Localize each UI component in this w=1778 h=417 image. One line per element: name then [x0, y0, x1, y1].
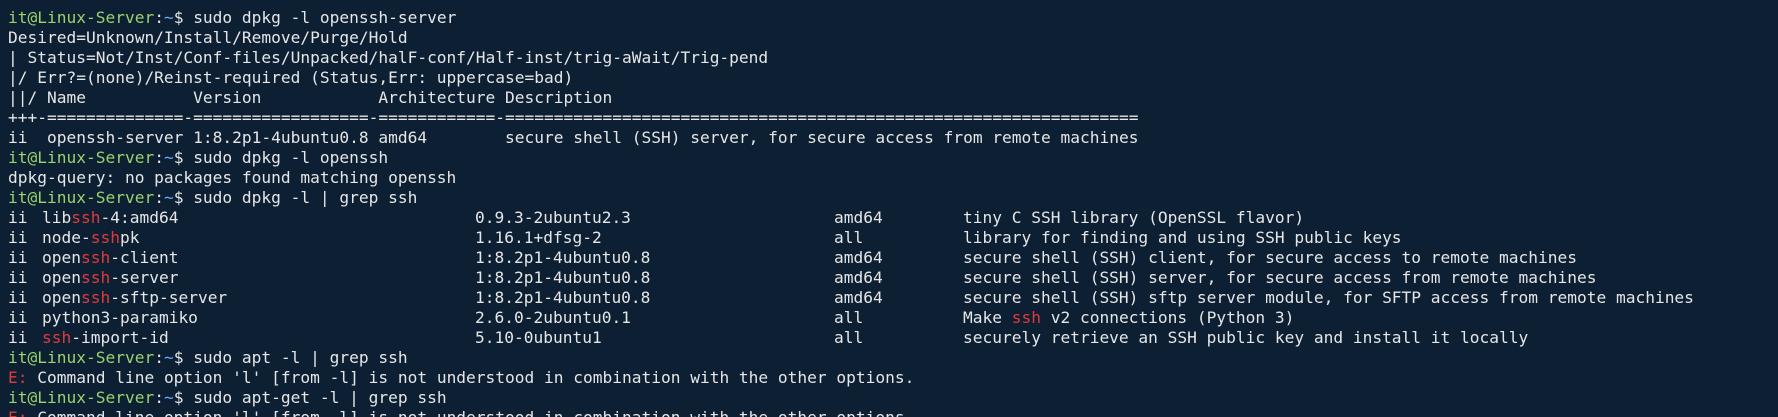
package-description: tiny C SSH library (OpenSSL flavor)	[963, 208, 1305, 227]
grep-match: ssh	[80, 268, 111, 287]
command-text: sudo dpkg -l | grep ssh	[193, 188, 418, 207]
error-label: E:	[8, 408, 28, 417]
package-status: ii	[8, 328, 28, 347]
grep-match: ssh	[80, 248, 111, 267]
grep-match: ssh	[90, 228, 120, 247]
package-description: secure shell (SSH) sftp server module, f…	[963, 288, 1694, 307]
prompt-path: ~	[163, 8, 174, 27]
prompt-separator: :	[154, 388, 164, 407]
package-row: ii python3-paramiko 2.6.0-2ubuntu0.1 all…	[8, 308, 1778, 328]
error-line: E: Command line option 'l' [from -l] is …	[8, 408, 1778, 417]
package-description: securely retrieve an SSH public key and …	[963, 328, 1529, 347]
prompt-line: it@Linux-Server:~$ sudo apt-get -l | gre…	[8, 388, 1778, 408]
package-arch: amd64	[834, 288, 883, 307]
prompt-symbol: $	[173, 148, 194, 167]
error-text: Command line option 'l' [from -l] is not…	[27, 368, 915, 387]
package-version: 1.16.1+dfsg-2	[475, 228, 602, 247]
package-name: python3-paramiko	[42, 308, 198, 327]
error-line: E: Command line option 'l' [from -l] is …	[8, 368, 1778, 388]
prompt-symbol: $	[173, 8, 194, 27]
prompt-user-host: it@Linux-Server	[8, 388, 155, 407]
grep-match: ssh	[1011, 308, 1041, 327]
prompt-separator: :	[154, 188, 164, 207]
package-row: ii openssh-client 1:8.2p1-4ubuntu0.8 amd…	[8, 248, 1778, 268]
package-row: ii libssh-4:amd64 0.9.3-2ubuntu2.3 amd64…	[8, 208, 1778, 228]
package-name: ssh-import-id	[42, 328, 169, 347]
prompt-path: ~	[163, 188, 174, 207]
package-version: 5.10-0ubuntu1	[475, 328, 602, 347]
package-status: ii	[8, 268, 28, 287]
package-row: ii node-sshpk 1.16.1+dfsg-2 all library …	[8, 228, 1778, 248]
prompt-separator: :	[154, 348, 164, 367]
package-name: libssh-4:amd64	[42, 208, 179, 227]
grep-match: ssh	[80, 288, 111, 307]
package-status: ii	[8, 248, 28, 267]
package-description: secure shell (SSH) server, for secure ac…	[963, 268, 1597, 287]
output-line: +++-==============-==================-==…	[8, 108, 1139, 127]
package-arch: amd64	[834, 268, 883, 287]
package-row: ii openssh-sftp-server 1:8.2p1-4ubuntu0.…	[8, 288, 1778, 308]
package-description: Make ssh v2 connections (Python 3)	[963, 308, 1295, 327]
prompt-separator: :	[154, 8, 164, 27]
prompt-symbol: $	[173, 388, 194, 407]
grep-match: ssh	[71, 208, 101, 227]
prompt-user-host: it@Linux-Server	[8, 188, 155, 207]
output-line: | Status=Not/Inst/Conf-files/Unpacked/ha…	[8, 48, 769, 67]
output-line: |/ Err?=(none)/Reinst-required (Status,E…	[8, 68, 574, 87]
output-line: ||/ Name Version Architecture Descriptio…	[8, 88, 613, 107]
package-status: ii	[8, 288, 28, 307]
prompt-path: ~	[163, 348, 174, 367]
package-row: ii openssh-server 1:8.2p1-4ubuntu0.8 amd…	[8, 268, 1778, 288]
command-text: sudo apt -l | grep ssh	[193, 348, 408, 367]
package-description: library for finding and using SSH public…	[963, 228, 1402, 247]
terminal-window[interactable]: it@Linux-Server:~$ sudo dpkg -l openssh-…	[0, 0, 1778, 417]
prompt-line: it@Linux-Server:~$ sudo dpkg -l openssh-…	[8, 8, 1778, 28]
package-arch: all	[834, 328, 864, 347]
output-line: ii openssh-server 1:8.2p1-4ubuntu0.8 amd…	[8, 128, 1139, 147]
package-version: 1:8.2p1-4ubuntu0.8	[475, 288, 651, 307]
package-description: secure shell (SSH) client, for secure ac…	[963, 248, 1577, 267]
package-row: ii ssh-import-id 5.10-0ubuntu1 all secur…	[8, 328, 1778, 348]
command-text: sudo dpkg -l openssh	[193, 148, 389, 167]
prompt-path: ~	[163, 388, 174, 407]
package-arch: amd64	[834, 208, 883, 227]
package-version: 1:8.2p1-4ubuntu0.8	[475, 248, 651, 267]
package-status: ii	[8, 228, 28, 247]
prompt-symbol: $	[173, 188, 194, 207]
error-text: Command line option 'l' [from -l] is not…	[28, 408, 914, 417]
prompt-user-host: it@Linux-Server	[8, 8, 155, 27]
package-arch: all	[834, 308, 864, 327]
prompt-user-host: it@Linux-Server	[8, 348, 155, 367]
prompt-line: it@Linux-Server:~$ sudo dpkg -l | grep s…	[8, 188, 1778, 208]
package-version: 0.9.3-2ubuntu2.3	[475, 208, 631, 227]
prompt-path: ~	[163, 148, 174, 167]
package-status: ii	[8, 308, 28, 327]
output-line: Desired=Unknown/Install/Remove/Purge/Hol…	[8, 28, 408, 47]
package-arch: all	[834, 228, 864, 247]
command-text: sudo dpkg -l openssh-server	[193, 8, 457, 27]
package-name: openssh-server	[42, 268, 179, 287]
prompt-line: it@Linux-Server:~$ sudo apt -l | grep ss…	[8, 348, 1778, 368]
package-version: 1:8.2p1-4ubuntu0.8	[475, 268, 651, 287]
package-status: ii	[8, 208, 28, 227]
package-name: openssh-client	[42, 248, 179, 267]
package-name: node-sshpk	[42, 228, 140, 247]
command-text: sudo apt-get -l | grep ssh	[193, 388, 447, 407]
prompt-user-host: it@Linux-Server	[8, 148, 155, 167]
output-line: dpkg-query: no packages found matching o…	[8, 168, 457, 187]
package-version: 2.6.0-2ubuntu0.1	[475, 308, 631, 327]
grep-match: ssh	[42, 328, 72, 347]
prompt-line: it@Linux-Server:~$ sudo dpkg -l openssh	[8, 148, 1778, 168]
error-label: E:	[8, 368, 28, 387]
package-arch: amd64	[834, 248, 883, 267]
prompt-symbol: $	[173, 348, 194, 367]
package-name: openssh-sftp-server	[42, 288, 228, 307]
prompt-separator: :	[154, 148, 164, 167]
